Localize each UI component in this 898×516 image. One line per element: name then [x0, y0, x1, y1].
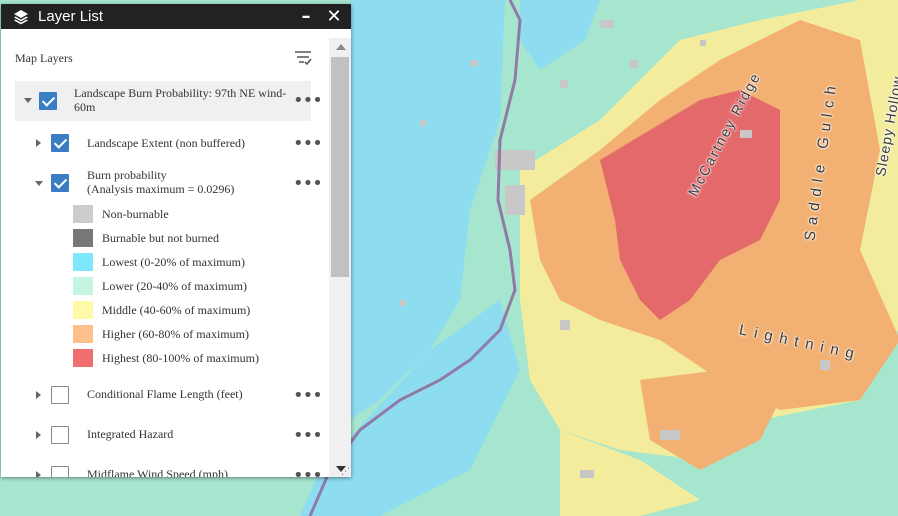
- layer-label: Landscape Extent (non buffered): [87, 136, 246, 150]
- panel-titlebar[interactable]: Layer List – ✕: [1, 4, 351, 29]
- scroll-thumb[interactable]: [331, 57, 349, 277]
- scroll-up-arrow-icon[interactable]: [336, 44, 346, 50]
- legend-swatch: [73, 277, 93, 295]
- layer-checkbox[interactable]: [51, 426, 69, 444]
- legend-label: Lower (20-40% of maximum): [102, 278, 247, 293]
- legend-swatch: [73, 325, 93, 343]
- layer-options-icon[interactable]: •••: [293, 427, 323, 445]
- filter-icon[interactable]: [292, 47, 314, 69]
- legend-swatch: [73, 253, 93, 271]
- collapse-arrow-icon[interactable]: [35, 181, 43, 186]
- collapse-arrow-icon[interactable]: [24, 98, 32, 103]
- legend-item: Non-burnable: [73, 204, 169, 224]
- legend-label: Lowest (0-20% of maximum): [102, 254, 245, 269]
- scrollbar[interactable]: [329, 38, 351, 477]
- layer-options-icon[interactable]: •••: [293, 92, 323, 110]
- layer-label-line1: Landscape Burn Probability: 97th NE wind…: [74, 86, 287, 100]
- legend-item: Burnable but not burned: [73, 228, 219, 248]
- legend-label: Higher (60-80% of maximum): [102, 326, 249, 341]
- layer-label: Conditional Flame Length (feet): [87, 387, 243, 401]
- layer-checkbox[interactable]: [51, 466, 69, 477]
- legend-item: Higher (60-80% of maximum): [73, 324, 249, 344]
- legend-item: Lower (20-40% of maximum): [73, 276, 247, 296]
- layer-checkbox[interactable]: [51, 134, 69, 152]
- legend-item: Lowest (0-20% of maximum): [73, 252, 245, 272]
- layer-options-icon[interactable]: •••: [293, 467, 323, 478]
- layer-label-line2: (Analysis maximum = 0.0296): [87, 182, 235, 196]
- layer-label-line1: Burn probability: [87, 168, 167, 182]
- close-button[interactable]: ✕: [323, 6, 345, 27]
- expand-arrow-icon[interactable]: [36, 471, 41, 477]
- legend-item: Highest (80-100% of maximum): [73, 348, 259, 368]
- expand-arrow-icon[interactable]: [36, 431, 41, 439]
- layers-icon: [14, 9, 28, 24]
- layer-row-integrated-hazard[interactable]: Integrated Hazard •••: [1, 421, 331, 449]
- layer-label: Midflame Wind Speed (mph): [87, 467, 228, 477]
- legend-swatch: [73, 349, 93, 367]
- layer-row-burn-probability[interactable]: Burn probability (Analysis maximum = 0.0…: [1, 165, 331, 201]
- layer-row-midflame-wind-speed[interactable]: Midflame Wind Speed (mph) •••: [1, 461, 331, 477]
- map-layers-heading: Map Layers: [15, 51, 73, 65]
- expand-arrow-icon[interactable]: [36, 391, 41, 399]
- layer-list-panel: Layer List – ✕ Map Layers Landscape Burn…: [1, 4, 351, 477]
- legend-item: Middle (40-60% of maximum): [73, 300, 250, 320]
- panel-title: Layer List: [38, 8, 104, 25]
- layer-list-content: Map Layers Landscape Burn Probability: 9…: [1, 29, 351, 477]
- layer-row-conditional-flame-length[interactable]: Conditional Flame Length (feet) •••: [1, 381, 331, 409]
- layer-options-icon[interactable]: •••: [293, 135, 323, 153]
- legend-label: Middle (40-60% of maximum): [102, 302, 251, 317]
- layer-row-landscape-burn-probability[interactable]: Landscape Burn Probability: 97th NE wind…: [15, 81, 323, 121]
- legend-label: Non-burnable: [102, 206, 169, 221]
- layer-row-landscape-extent[interactable]: Landscape Extent (non buffered) •••: [1, 129, 331, 157]
- layer-checkbox[interactable]: [39, 92, 57, 110]
- layer-options-icon[interactable]: •••: [293, 387, 323, 405]
- legend-label: Highest (80-100% of maximum): [102, 350, 259, 365]
- resize-grip-icon[interactable]: ⋰: [341, 467, 350, 477]
- layer-label-line2: 60m: [74, 100, 96, 114]
- legend-swatch: [73, 205, 93, 223]
- layer-checkbox[interactable]: [51, 174, 69, 192]
- legend-swatch: [73, 301, 93, 319]
- legend-swatch: [73, 229, 93, 247]
- legend-label: Burnable but not burned: [102, 230, 219, 245]
- minimize-button[interactable]: –: [295, 6, 317, 27]
- layer-options-icon[interactable]: •••: [293, 175, 323, 193]
- layer-label: Integrated Hazard: [87, 427, 174, 441]
- layer-checkbox[interactable]: [51, 386, 69, 404]
- expand-arrow-icon[interactable]: [36, 139, 41, 147]
